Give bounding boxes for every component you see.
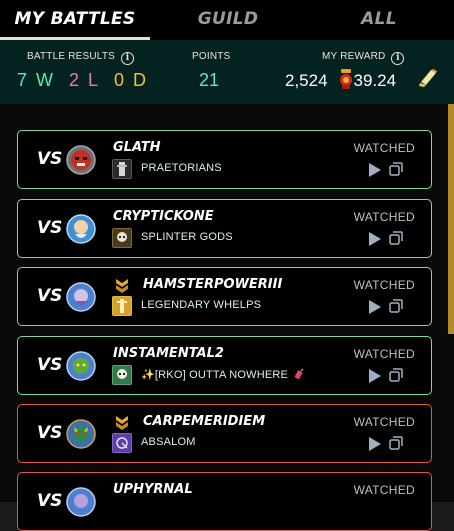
battle-tabs: MY BATTLES GUILD ALL	[0, 0, 454, 40]
info-icon[interactable]: i	[121, 52, 135, 65]
rank-icon	[116, 416, 128, 430]
goblin-avatar-icon	[66, 351, 96, 381]
guild-name: LEGENDARY WHELPS	[141, 299, 262, 311]
mage-avatar-icon	[66, 487, 96, 517]
info-icon[interactable]: i	[391, 52, 405, 65]
tab-my-battles[interactable]: MY BATTLES	[0, 0, 150, 40]
reward-sps-value: 39.24	[353, 71, 397, 90]
watched-status: WATCHED	[353, 347, 415, 361]
watched-status: WATCHED	[353, 278, 415, 292]
copy-icon[interactable]	[389, 162, 403, 176]
copy-icon[interactable]	[389, 368, 403, 382]
wins-count: 7 W	[17, 70, 56, 90]
copy-icon[interactable]	[389, 299, 403, 313]
points-label: POINTS	[192, 51, 231, 62]
battle-card[interactable]: VS CARPEMERIDIEM ABSALOM WATCHED	[17, 404, 432, 463]
battle-results-values: 7 W 2 L 0 D	[17, 70, 148, 91]
losses-count: 2 L	[69, 70, 101, 90]
tab-guild[interactable]: GUILD	[153, 0, 303, 40]
wizard-avatar-icon	[66, 282, 96, 312]
guild-name: ABSALOM	[141, 436, 196, 448]
play-icon[interactable]	[368, 162, 382, 178]
knight-banner-icon	[112, 159, 132, 179]
vs-label: VS	[37, 491, 63, 511]
beast-avatar-icon	[66, 419, 96, 449]
vs-label: VS	[37, 355, 63, 375]
player-name[interactable]: INSTAMENTAL2	[113, 346, 224, 361]
rank-icon	[116, 279, 128, 293]
play-icon[interactable]	[368, 299, 382, 315]
play-icon[interactable]	[368, 368, 382, 384]
copy-icon[interactable]	[389, 231, 403, 245]
dynamite-icon	[295, 368, 304, 380]
reward-heading: MY REWARD i	[322, 51, 405, 65]
reward-dec-value: 2,524	[285, 71, 328, 90]
purple-banner-icon	[112, 433, 132, 453]
play-icon[interactable]	[368, 436, 382, 452]
green-skull-banner-icon	[112, 365, 132, 385]
watched-status: WATCHED	[353, 415, 415, 429]
watched-status: WATCHED	[353, 141, 415, 155]
player-name[interactable]: CRYPTICKONE	[113, 209, 214, 224]
player-name[interactable]: CARPEMERIDIEM	[143, 414, 265, 429]
vs-label: VS	[37, 423, 63, 443]
guild-name: ✨[RKO] OUTTA NOWHERE	[141, 368, 305, 381]
draws-count: 0 D	[114, 70, 149, 90]
points-value: 21	[199, 70, 220, 90]
skull-banner-icon	[112, 228, 132, 248]
scrollbar[interactable]	[448, 104, 454, 334]
dec-token-icon	[340, 69, 352, 89]
guild-name-text: ✨[RKO] OUTTA NOWHERE	[141, 369, 289, 381]
vs-label: VS	[37, 149, 63, 169]
tab-all[interactable]: ALL	[304, 0, 454, 40]
sps-scroll-icon	[419, 69, 437, 87]
battle-list: VS GLATH PRAETORIANS WATCHED VS CRYPTICK…	[0, 104, 454, 531]
battle-card[interactable]: VS GLATH PRAETORIANS WATCHED	[17, 130, 432, 189]
player-name[interactable]: UPHYRNAL	[113, 482, 193, 497]
reward-label: MY REWARD	[322, 51, 386, 62]
play-icon[interactable]	[368, 231, 382, 247]
player-name[interactable]: HAMSTERPOWERIII	[143, 277, 282, 292]
vs-label: VS	[37, 218, 63, 238]
battle-card[interactable]: VS CRYPTICKONE SPLINTER GODS WATCHED	[17, 199, 432, 258]
red-skull-avatar-icon	[66, 145, 96, 175]
vs-label: VS	[37, 286, 63, 306]
guild-name: SPLINTER GODS	[141, 231, 233, 243]
watched-status: WATCHED	[353, 210, 415, 224]
player-name[interactable]: GLATH	[113, 140, 161, 155]
gold-banner-icon	[112, 296, 132, 316]
battle-results-heading: BATTLE RESULTS i	[27, 51, 135, 65]
battle-card[interactable]: VS INSTAMENTAL2 ✨[RKO] OUTTA NOWHERE WAT…	[17, 336, 432, 395]
watched-status: WATCHED	[353, 483, 415, 497]
stats-bar: BATTLE RESULTS i POINTS MY REWARD i 7 W 2 L…	[0, 40, 454, 104]
angel-avatar-icon	[66, 214, 96, 244]
battle-results-label: BATTLE RESULTS	[27, 51, 116, 62]
guild-name: PRAETORIANS	[141, 162, 222, 174]
copy-icon[interactable]	[389, 436, 403, 450]
battle-card[interactable]: VS HAMSTERPOWERIII LEGENDARY WHELPS WATC…	[17, 267, 432, 326]
